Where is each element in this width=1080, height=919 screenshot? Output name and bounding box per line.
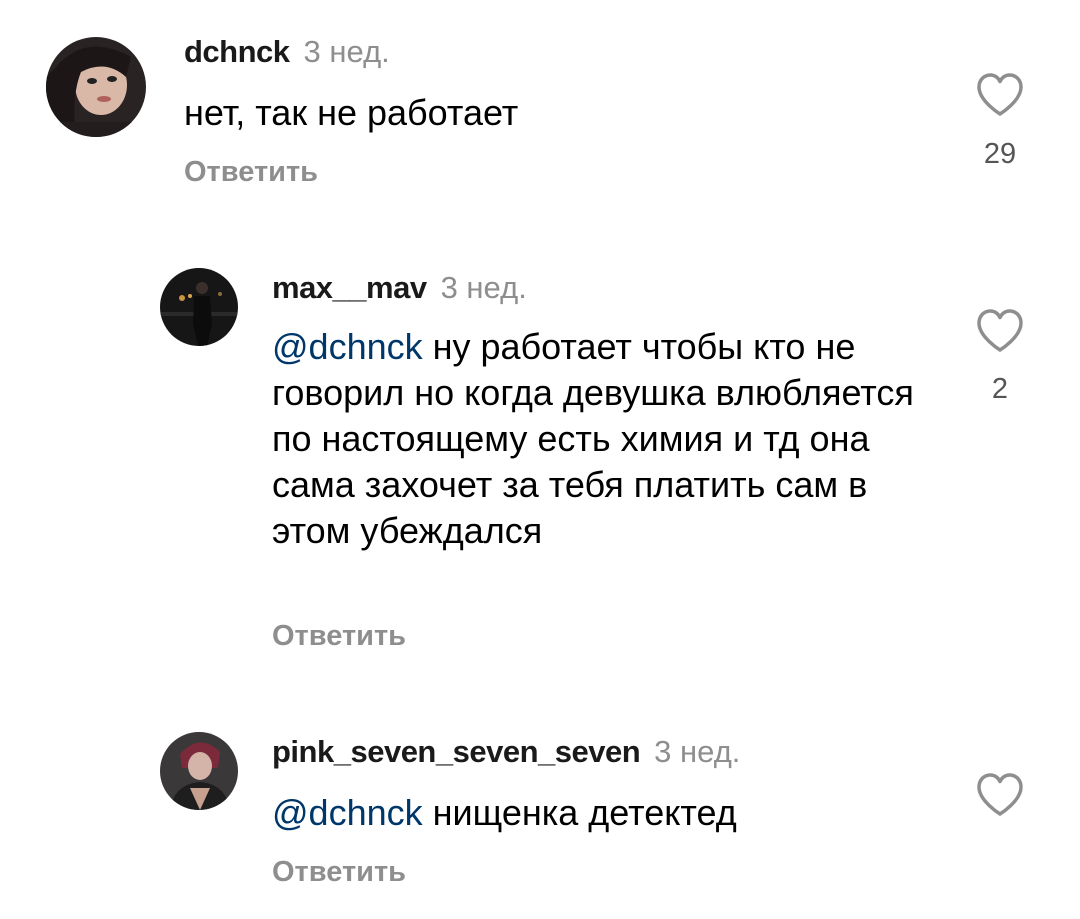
avatar[interactable]: [46, 37, 146, 137]
timestamp: 3 нед.: [303, 34, 390, 69]
username[interactable]: pink_seven_seven_seven: [272, 734, 641, 769]
reply-button[interactable]: Ответить: [272, 858, 406, 887]
like-count: 2: [991, 373, 1009, 405]
timestamp: 3 нед.: [440, 270, 527, 305]
like-count: 29: [983, 138, 1017, 170]
like-button[interactable]: [975, 72, 1025, 118]
comment-body: нищенка детектед: [432, 792, 737, 833]
heart-outline-icon: [977, 73, 1023, 116]
heart-outline-icon: [977, 309, 1023, 352]
timestamp: 3 нед.: [654, 734, 741, 769]
username[interactable]: dchnck: [184, 34, 290, 69]
like-button[interactable]: [975, 308, 1025, 354]
avatar[interactable]: [160, 732, 238, 810]
comment-text: @dchnck ну работает чтобы кто не говорил…: [272, 324, 922, 554]
avatar[interactable]: [160, 268, 238, 346]
mention-link[interactable]: @dchnck: [272, 326, 423, 367]
reply-button[interactable]: Ответить: [184, 158, 318, 187]
like-button[interactable]: [975, 772, 1025, 818]
heart-outline-icon: [977, 773, 1023, 816]
comment-body: нет, так не работает: [184, 92, 519, 133]
comment-text: нет, так не работает: [184, 90, 904, 136]
mention-link[interactable]: @dchnck: [272, 792, 423, 833]
reply-button[interactable]: Ответить: [272, 622, 406, 651]
username[interactable]: max__mav: [272, 270, 427, 305]
comment-text: @dchnck нищенка детектед: [272, 790, 922, 836]
